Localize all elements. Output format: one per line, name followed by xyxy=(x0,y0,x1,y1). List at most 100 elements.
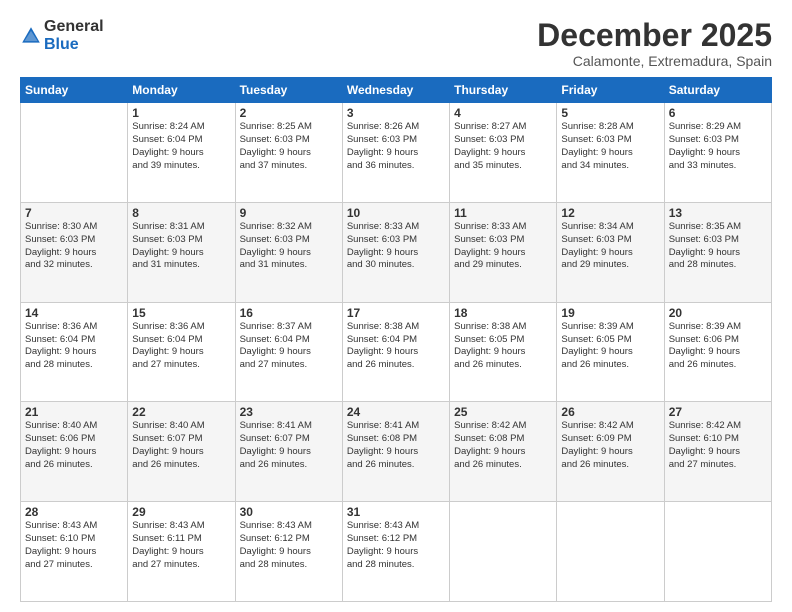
calendar-cell: 2Sunrise: 8:25 AM Sunset: 6:03 PM Daylig… xyxy=(235,103,342,203)
day-info: Sunrise: 8:38 AM Sunset: 6:05 PM Dayligh… xyxy=(454,321,552,372)
day-info: Sunrise: 8:36 AM Sunset: 6:04 PM Dayligh… xyxy=(132,321,230,372)
day-info: Sunrise: 8:43 AM Sunset: 6:11 PM Dayligh… xyxy=(132,520,230,571)
day-info: Sunrise: 8:25 AM Sunset: 6:03 PM Dayligh… xyxy=(240,121,338,172)
logo-general-text: General xyxy=(44,18,104,36)
day-number: 10 xyxy=(347,206,445,220)
day-number: 5 xyxy=(561,106,659,120)
day-header-friday: Friday xyxy=(557,78,664,103)
title-block: December 2025 Calamonte, Extremadura, Sp… xyxy=(537,18,772,69)
logo-text: General Blue xyxy=(44,18,104,53)
day-number: 22 xyxy=(132,405,230,419)
day-number: 27 xyxy=(669,405,767,419)
day-number: 9 xyxy=(240,206,338,220)
day-number: 30 xyxy=(240,505,338,519)
day-number: 14 xyxy=(25,306,123,320)
calendar-cell: 15Sunrise: 8:36 AM Sunset: 6:04 PM Dayli… xyxy=(128,302,235,402)
day-info: Sunrise: 8:26 AM Sunset: 6:03 PM Dayligh… xyxy=(347,121,445,172)
day-info: Sunrise: 8:33 AM Sunset: 6:03 PM Dayligh… xyxy=(454,221,552,272)
day-number: 20 xyxy=(669,306,767,320)
calendar-cell: 17Sunrise: 8:38 AM Sunset: 6:04 PM Dayli… xyxy=(342,302,449,402)
week-row-0: 1Sunrise: 8:24 AM Sunset: 6:04 PM Daylig… xyxy=(21,103,772,203)
day-number: 8 xyxy=(132,206,230,220)
day-number: 19 xyxy=(561,306,659,320)
day-number: 7 xyxy=(25,206,123,220)
day-info: Sunrise: 8:42 AM Sunset: 6:08 PM Dayligh… xyxy=(454,420,552,471)
day-info: Sunrise: 8:40 AM Sunset: 6:07 PM Dayligh… xyxy=(132,420,230,471)
logo-icon xyxy=(20,25,42,47)
day-number: 13 xyxy=(669,206,767,220)
calendar-cell: 11Sunrise: 8:33 AM Sunset: 6:03 PM Dayli… xyxy=(450,202,557,302)
day-info: Sunrise: 8:34 AM Sunset: 6:03 PM Dayligh… xyxy=(561,221,659,272)
calendar-cell: 23Sunrise: 8:41 AM Sunset: 6:07 PM Dayli… xyxy=(235,402,342,502)
calendar-cell: 27Sunrise: 8:42 AM Sunset: 6:10 PM Dayli… xyxy=(664,402,771,502)
calendar-cell: 29Sunrise: 8:43 AM Sunset: 6:11 PM Dayli… xyxy=(128,502,235,602)
calendar-table: SundayMondayTuesdayWednesdayThursdayFrid… xyxy=(20,77,772,602)
day-info: Sunrise: 8:32 AM Sunset: 6:03 PM Dayligh… xyxy=(240,221,338,272)
logo: General Blue xyxy=(20,18,104,53)
calendar-cell: 5Sunrise: 8:28 AM Sunset: 6:03 PM Daylig… xyxy=(557,103,664,203)
day-number: 2 xyxy=(240,106,338,120)
day-number: 21 xyxy=(25,405,123,419)
header: General Blue December 2025 Calamonte, Ex… xyxy=(20,18,772,69)
day-info: Sunrise: 8:38 AM Sunset: 6:04 PM Dayligh… xyxy=(347,321,445,372)
calendar-cell: 1Sunrise: 8:24 AM Sunset: 6:04 PM Daylig… xyxy=(128,103,235,203)
calendar-cell: 16Sunrise: 8:37 AM Sunset: 6:04 PM Dayli… xyxy=(235,302,342,402)
day-header-monday: Monday xyxy=(128,78,235,103)
day-info: Sunrise: 8:41 AM Sunset: 6:08 PM Dayligh… xyxy=(347,420,445,471)
calendar-cell: 20Sunrise: 8:39 AM Sunset: 6:06 PM Dayli… xyxy=(664,302,771,402)
calendar-cell: 25Sunrise: 8:42 AM Sunset: 6:08 PM Dayli… xyxy=(450,402,557,502)
day-info: Sunrise: 8:36 AM Sunset: 6:04 PM Dayligh… xyxy=(25,321,123,372)
calendar-cell: 8Sunrise: 8:31 AM Sunset: 6:03 PM Daylig… xyxy=(128,202,235,302)
day-info: Sunrise: 8:43 AM Sunset: 6:10 PM Dayligh… xyxy=(25,520,123,571)
calendar-cell: 14Sunrise: 8:36 AM Sunset: 6:04 PM Dayli… xyxy=(21,302,128,402)
day-number: 6 xyxy=(669,106,767,120)
day-header-saturday: Saturday xyxy=(664,78,771,103)
calendar-cell xyxy=(21,103,128,203)
calendar-cell xyxy=(450,502,557,602)
calendar-cell: 7Sunrise: 8:30 AM Sunset: 6:03 PM Daylig… xyxy=(21,202,128,302)
day-info: Sunrise: 8:40 AM Sunset: 6:06 PM Dayligh… xyxy=(25,420,123,471)
day-info: Sunrise: 8:29 AM Sunset: 6:03 PM Dayligh… xyxy=(669,121,767,172)
day-number: 25 xyxy=(454,405,552,419)
day-info: Sunrise: 8:33 AM Sunset: 6:03 PM Dayligh… xyxy=(347,221,445,272)
calendar-cell: 18Sunrise: 8:38 AM Sunset: 6:05 PM Dayli… xyxy=(450,302,557,402)
calendar-cell: 26Sunrise: 8:42 AM Sunset: 6:09 PM Dayli… xyxy=(557,402,664,502)
day-info: Sunrise: 8:39 AM Sunset: 6:06 PM Dayligh… xyxy=(669,321,767,372)
day-number: 16 xyxy=(240,306,338,320)
page: General Blue December 2025 Calamonte, Ex… xyxy=(0,0,792,612)
calendar-cell: 12Sunrise: 8:34 AM Sunset: 6:03 PM Dayli… xyxy=(557,202,664,302)
calendar-cell: 24Sunrise: 8:41 AM Sunset: 6:08 PM Dayli… xyxy=(342,402,449,502)
day-info: Sunrise: 8:42 AM Sunset: 6:09 PM Dayligh… xyxy=(561,420,659,471)
day-number: 11 xyxy=(454,206,552,220)
calendar-header-row: SundayMondayTuesdayWednesdayThursdayFrid… xyxy=(21,78,772,103)
day-number: 28 xyxy=(25,505,123,519)
day-info: Sunrise: 8:30 AM Sunset: 6:03 PM Dayligh… xyxy=(25,221,123,272)
day-info: Sunrise: 8:41 AM Sunset: 6:07 PM Dayligh… xyxy=(240,420,338,471)
calendar-cell: 4Sunrise: 8:27 AM Sunset: 6:03 PM Daylig… xyxy=(450,103,557,203)
calendar-cell: 10Sunrise: 8:33 AM Sunset: 6:03 PM Dayli… xyxy=(342,202,449,302)
day-number: 24 xyxy=(347,405,445,419)
day-info: Sunrise: 8:37 AM Sunset: 6:04 PM Dayligh… xyxy=(240,321,338,372)
day-info: Sunrise: 8:42 AM Sunset: 6:10 PM Dayligh… xyxy=(669,420,767,471)
calendar-cell: 31Sunrise: 8:43 AM Sunset: 6:12 PM Dayli… xyxy=(342,502,449,602)
day-header-sunday: Sunday xyxy=(21,78,128,103)
calendar-cell: 21Sunrise: 8:40 AM Sunset: 6:06 PM Dayli… xyxy=(21,402,128,502)
day-info: Sunrise: 8:24 AM Sunset: 6:04 PM Dayligh… xyxy=(132,121,230,172)
day-number: 26 xyxy=(561,405,659,419)
day-number: 31 xyxy=(347,505,445,519)
day-number: 1 xyxy=(132,106,230,120)
logo-blue-text: Blue xyxy=(44,36,104,54)
calendar-cell: 9Sunrise: 8:32 AM Sunset: 6:03 PM Daylig… xyxy=(235,202,342,302)
day-number: 23 xyxy=(240,405,338,419)
calendar-cell: 19Sunrise: 8:39 AM Sunset: 6:05 PM Dayli… xyxy=(557,302,664,402)
day-info: Sunrise: 8:43 AM Sunset: 6:12 PM Dayligh… xyxy=(347,520,445,571)
day-number: 18 xyxy=(454,306,552,320)
day-header-tuesday: Tuesday xyxy=(235,78,342,103)
calendar-cell: 3Sunrise: 8:26 AM Sunset: 6:03 PM Daylig… xyxy=(342,103,449,203)
week-row-1: 7Sunrise: 8:30 AM Sunset: 6:03 PM Daylig… xyxy=(21,202,772,302)
calendar-cell xyxy=(664,502,771,602)
calendar-cell: 13Sunrise: 8:35 AM Sunset: 6:03 PM Dayli… xyxy=(664,202,771,302)
day-number: 4 xyxy=(454,106,552,120)
calendar-cell: 28Sunrise: 8:43 AM Sunset: 6:10 PM Dayli… xyxy=(21,502,128,602)
location-subtitle: Calamonte, Extremadura, Spain xyxy=(537,53,772,69)
